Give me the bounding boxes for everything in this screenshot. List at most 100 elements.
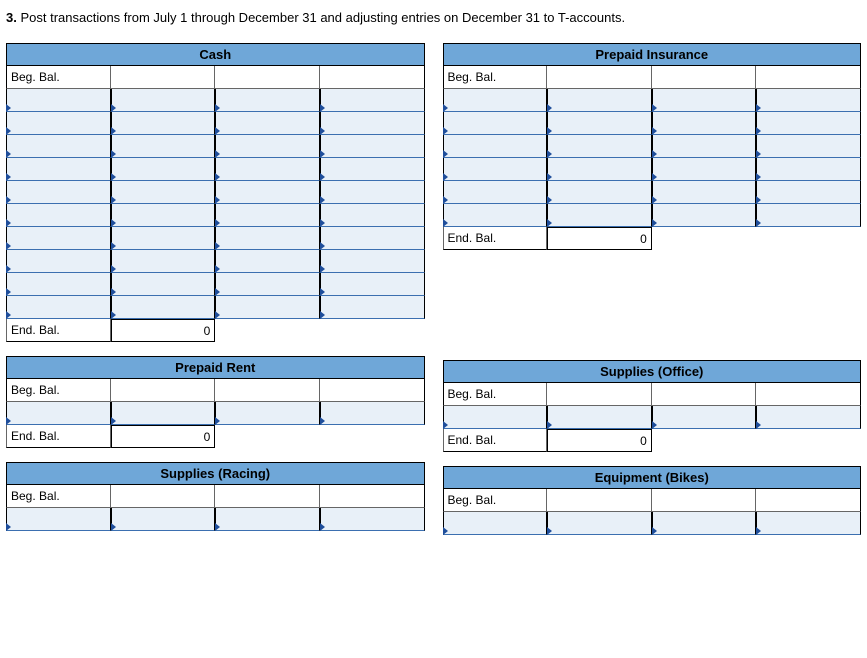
end-bal-value[interactable]: 0 <box>547 429 652 452</box>
entry-desc-right[interactable] <box>320 158 425 181</box>
entry-desc-right[interactable] <box>756 406 861 429</box>
beg-bal-desc[interactable] <box>756 489 861 512</box>
entry-debit[interactable] <box>111 296 216 319</box>
beg-bal-debit[interactable] <box>111 379 216 402</box>
entry-credit[interactable] <box>215 135 320 158</box>
beg-bal-debit[interactable] <box>547 383 652 406</box>
entry-debit[interactable] <box>111 158 216 181</box>
entry-desc-right[interactable] <box>320 273 425 296</box>
entry-desc-left[interactable] <box>6 402 111 425</box>
beg-bal-desc[interactable] <box>756 66 861 89</box>
entry-debit[interactable] <box>111 89 216 112</box>
entry-desc-left[interactable] <box>6 227 111 250</box>
beg-bal-debit[interactable] <box>111 66 216 89</box>
beg-bal-credit[interactable] <box>652 66 757 89</box>
entry-debit[interactable] <box>547 204 652 227</box>
beg-bal-credit[interactable] <box>215 485 320 508</box>
entry-debit[interactable] <box>111 135 216 158</box>
entry-desc-left[interactable] <box>6 273 111 296</box>
entry-desc-right[interactable] <box>756 204 861 227</box>
entry-desc-right[interactable] <box>320 204 425 227</box>
entry-desc-right[interactable] <box>756 135 861 158</box>
entry-credit[interactable] <box>215 402 320 425</box>
entry-credit[interactable] <box>215 112 320 135</box>
end-bal-value[interactable]: 0 <box>547 227 652 250</box>
entry-credit[interactable] <box>215 204 320 227</box>
entry-credit[interactable] <box>215 296 320 319</box>
beg-bal-debit[interactable] <box>547 66 652 89</box>
beg-bal-desc[interactable] <box>320 66 425 89</box>
entry-credit[interactable] <box>652 135 757 158</box>
entry-debit[interactable] <box>547 135 652 158</box>
beg-bal-credit[interactable] <box>215 66 320 89</box>
entry-credit[interactable] <box>652 158 757 181</box>
entry-desc-left[interactable] <box>443 158 548 181</box>
entry-desc-left[interactable] <box>443 181 548 204</box>
beg-bal-desc[interactable] <box>756 383 861 406</box>
entry-desc-right[interactable] <box>756 158 861 181</box>
entry-desc-right[interactable] <box>320 402 425 425</box>
entry-debit[interactable] <box>547 89 652 112</box>
entry-desc-left[interactable] <box>6 204 111 227</box>
entry-desc-left[interactable] <box>6 250 111 273</box>
entry-credit[interactable] <box>215 181 320 204</box>
entry-credit[interactable] <box>652 512 757 535</box>
entry-debit[interactable] <box>547 112 652 135</box>
entry-desc-right[interactable] <box>320 135 425 158</box>
beg-bal-credit[interactable] <box>652 383 757 406</box>
entry-desc-right[interactable] <box>320 296 425 319</box>
beg-bal-debit[interactable] <box>111 485 216 508</box>
entry-desc-left[interactable] <box>6 296 111 319</box>
entry-credit[interactable] <box>215 227 320 250</box>
entry-desc-left[interactable] <box>6 135 111 158</box>
entry-desc-right[interactable] <box>320 508 425 531</box>
entry-debit[interactable] <box>111 250 216 273</box>
entry-debit[interactable] <box>547 181 652 204</box>
end-bal-value[interactable]: 0 <box>111 319 216 342</box>
entry-desc-left[interactable] <box>6 89 111 112</box>
beg-bal-credit[interactable] <box>652 489 757 512</box>
entry-desc-right[interactable] <box>320 181 425 204</box>
entry-debit[interactable] <box>111 112 216 135</box>
entry-desc-left[interactable] <box>443 204 548 227</box>
entry-desc-left[interactable] <box>443 135 548 158</box>
beg-bal-desc[interactable] <box>320 379 425 402</box>
entry-desc-right[interactable] <box>320 250 425 273</box>
entry-desc-left[interactable] <box>443 89 548 112</box>
beg-bal-debit[interactable] <box>547 489 652 512</box>
entry-desc-left[interactable] <box>443 512 548 535</box>
entry-debit[interactable] <box>547 512 652 535</box>
entry-credit[interactable] <box>215 89 320 112</box>
entry-credit[interactable] <box>652 89 757 112</box>
entry-debit[interactable] <box>111 227 216 250</box>
entry-credit[interactable] <box>215 158 320 181</box>
entry-desc-left[interactable] <box>6 181 111 204</box>
entry-credit[interactable] <box>652 406 757 429</box>
entry-debit[interactable] <box>111 181 216 204</box>
entry-desc-left[interactable] <box>443 406 548 429</box>
entry-debit[interactable] <box>111 204 216 227</box>
entry-credit[interactable] <box>215 273 320 296</box>
entry-desc-left[interactable] <box>6 508 111 531</box>
entry-desc-right[interactable] <box>756 512 861 535</box>
entry-desc-right[interactable] <box>756 181 861 204</box>
entry-desc-right[interactable] <box>320 227 425 250</box>
beg-bal-credit[interactable] <box>215 379 320 402</box>
entry-credit[interactable] <box>215 508 320 531</box>
entry-debit[interactable] <box>547 406 652 429</box>
entry-desc-right[interactable] <box>320 112 425 135</box>
entry-desc-left[interactable] <box>443 112 548 135</box>
entry-desc-left[interactable] <box>6 158 111 181</box>
entry-debit[interactable] <box>111 402 216 425</box>
entry-desc-right[interactable] <box>320 89 425 112</box>
end-bal-value[interactable]: 0 <box>111 425 216 448</box>
entry-debit[interactable] <box>547 158 652 181</box>
entry-desc-right[interactable] <box>756 89 861 112</box>
entry-credit[interactable] <box>215 250 320 273</box>
entry-debit[interactable] <box>111 273 216 296</box>
entry-desc-left[interactable] <box>6 112 111 135</box>
entry-credit[interactable] <box>652 112 757 135</box>
entry-credit[interactable] <box>652 204 757 227</box>
entry-debit[interactable] <box>111 508 216 531</box>
entry-credit[interactable] <box>652 181 757 204</box>
